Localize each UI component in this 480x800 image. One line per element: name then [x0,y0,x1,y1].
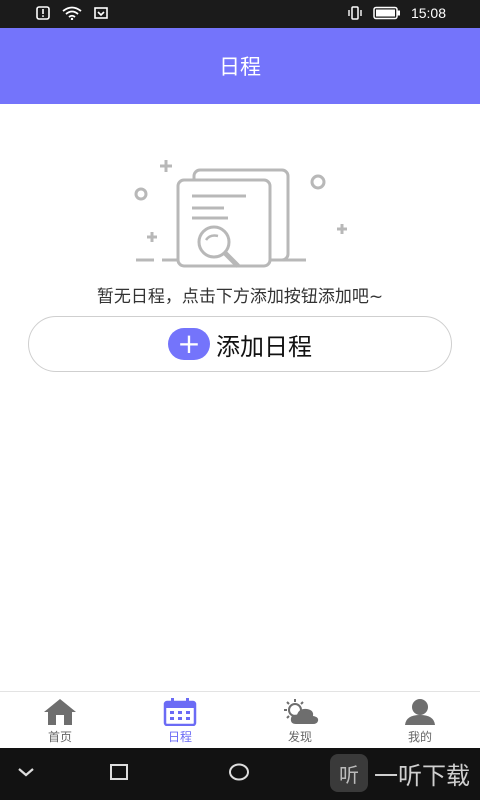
battery-icon [373,6,400,20]
status-right: 15:08 [347,5,446,21]
status-time: 15:08 [410,5,446,21]
download-icon [94,7,108,19]
chevron-down-icon[interactable] [16,762,36,782]
wifi-icon [62,6,82,20]
bottom-tab-bar: 首页 日程 发现 我的 [0,691,480,748]
tab-mine[interactable]: 我的 [360,692,480,748]
watermark-logo: 听 [330,754,368,792]
watermark: 听 一听下载 [330,754,470,792]
main-content: 暂无日程，点击下方添加按钮添加吧~ + 添加日程 [0,104,480,691]
user-icon [405,699,435,725]
calendar-icon [163,698,197,726]
tab-discover[interactable]: 发现 [240,692,360,748]
home-icon [44,699,76,725]
status-bar: 15:08 [0,0,480,28]
add-schedule-label: 添加日程 [216,332,312,361]
tab-schedule[interactable]: 日程 [120,692,240,748]
vibrate-icon [348,6,362,20]
recent-apps-icon[interactable] [109,762,129,782]
tab-schedule-label: 日程 [167,730,192,744]
add-schedule-button[interactable]: + 添加日程 [28,316,452,372]
empty-state-message: 暂无日程，点击下方添加按钮添加吧~ [96,287,384,307]
watermark-text: 一听下载 [374,761,470,790]
tab-discover-label: 发现 [287,730,312,744]
page-title: 日程 [219,55,261,79]
empty-document-illustration [134,160,347,268]
tab-home-label: 首页 [47,730,72,744]
tab-mine-label: 我的 [407,730,432,744]
app-header: 日程 [0,28,480,104]
home-nav-icon[interactable] [228,762,250,782]
plus-icon: + [168,328,210,360]
status-left-icons [36,6,108,20]
discover-weather-icon [284,699,319,724]
tab-home[interactable]: 首页 [0,692,120,748]
notification-icon [36,6,50,20]
